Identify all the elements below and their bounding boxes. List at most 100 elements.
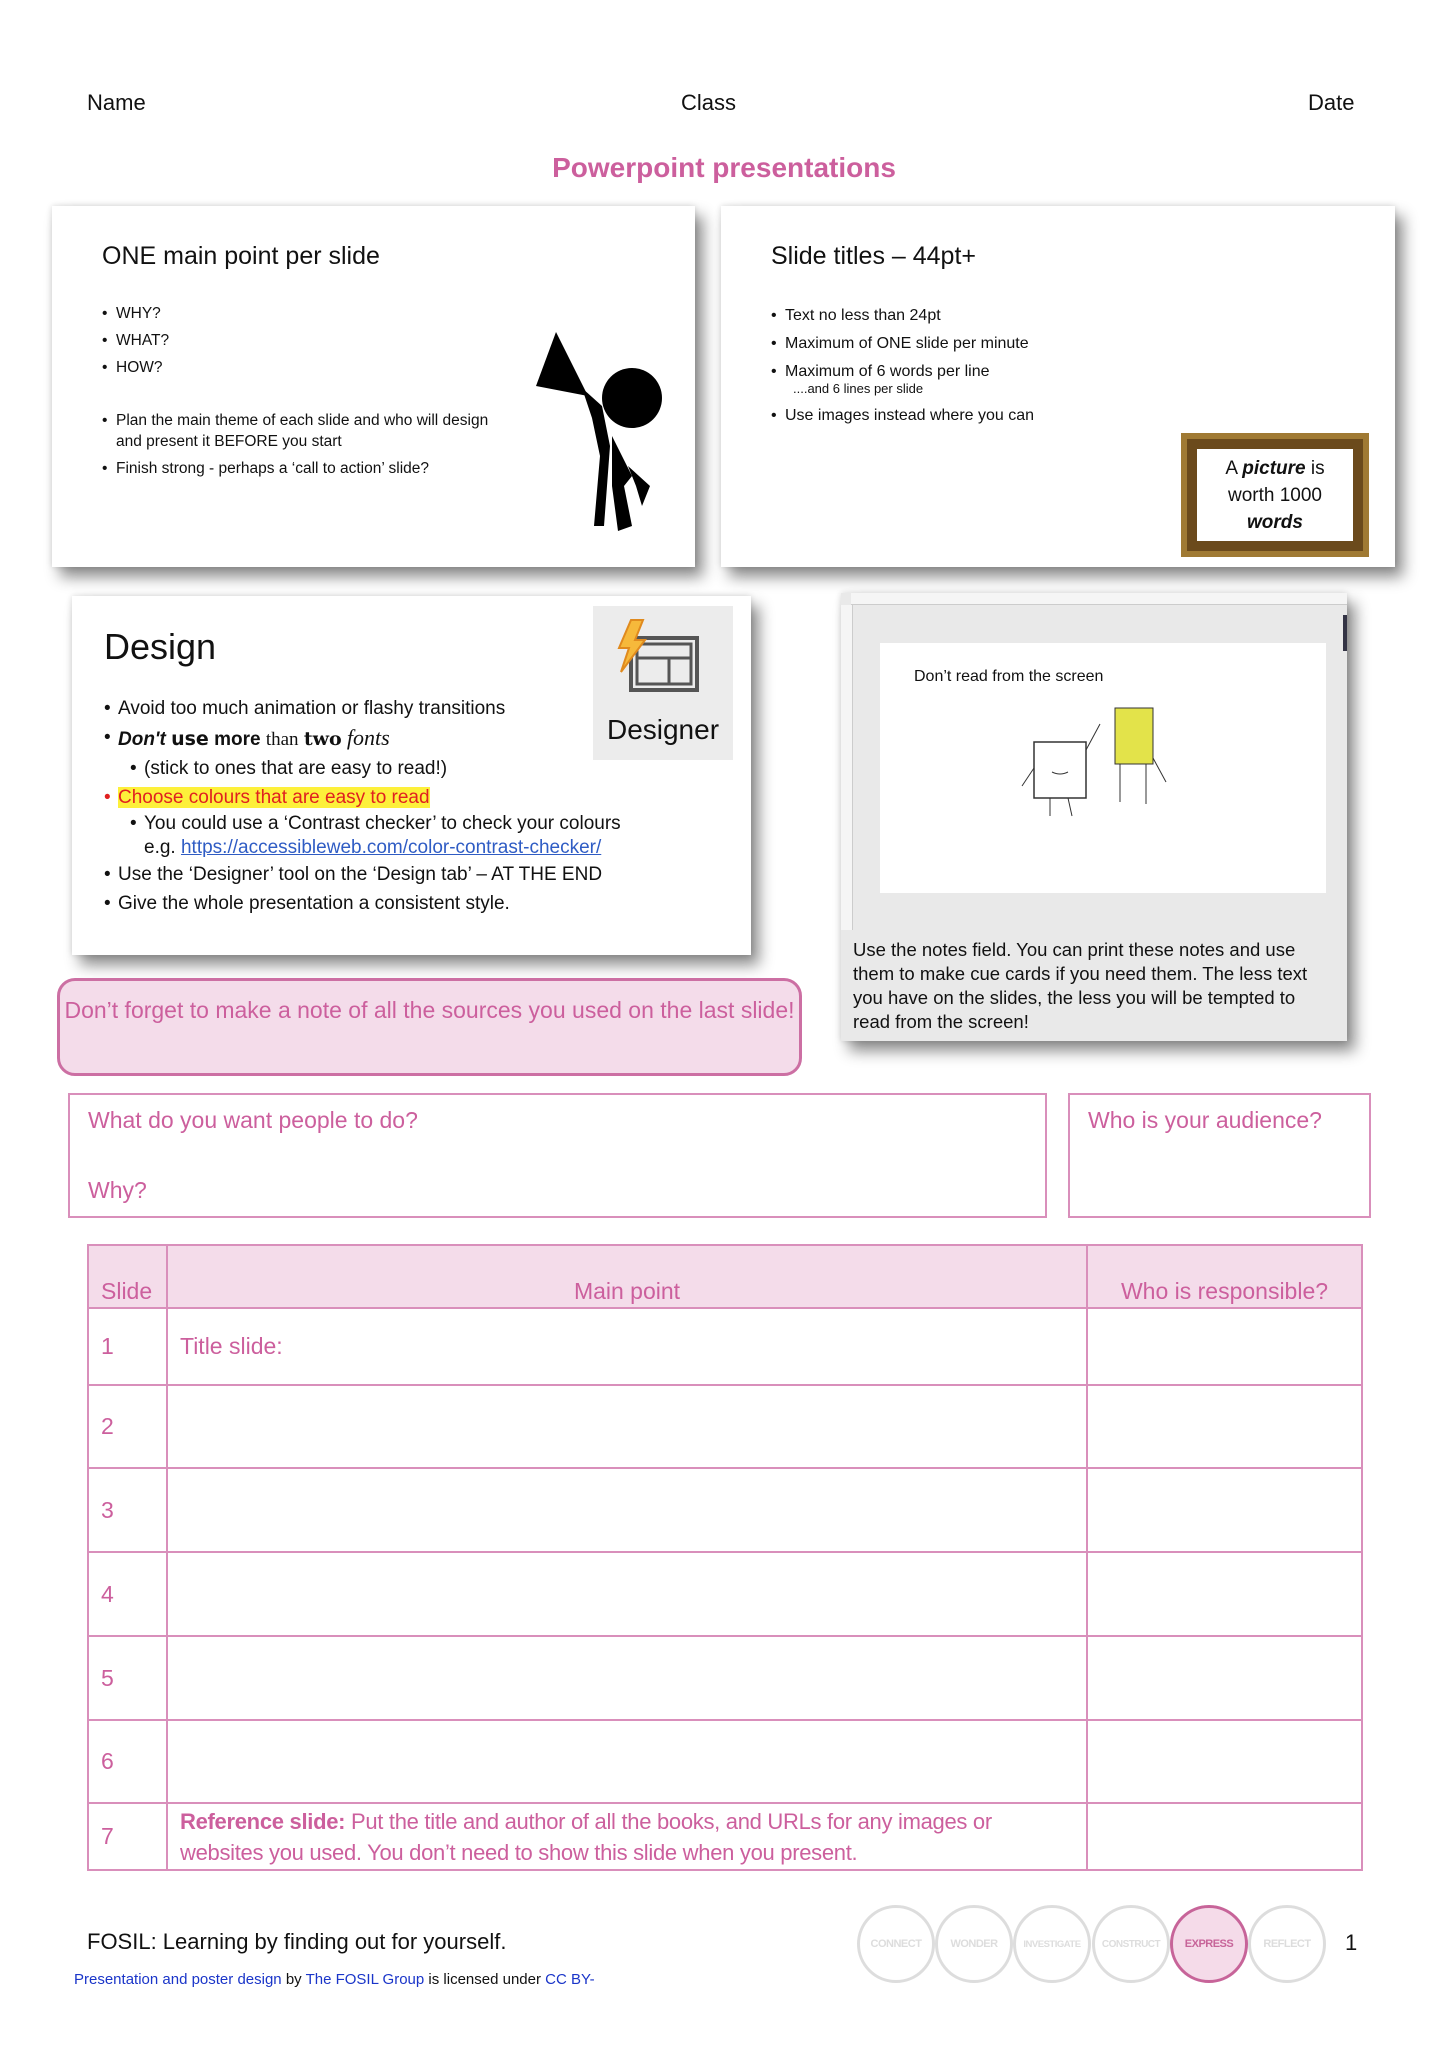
stage-reflect: REFLECT: [1248, 1905, 1326, 1983]
frame-text: A: [1225, 458, 1237, 479]
stage-express-active: EXPRESS: [1170, 1905, 1248, 1983]
responsible-cell[interactable]: [1086, 1551, 1363, 1637]
author-link[interactable]: The FOSIL Group: [306, 1971, 425, 1988]
what-why-box[interactable]: What do you want people to do? Why?: [68, 1093, 1047, 1218]
bullet: Text no less than 24pt: [771, 302, 1034, 330]
stage-wonder: WONDER: [935, 1905, 1013, 1983]
responsible-cell[interactable]: [1086, 1467, 1363, 1553]
eg-label: e.g.: [144, 837, 176, 858]
responsible-cell[interactable]: [1086, 1802, 1363, 1871]
font-sample: more: [214, 729, 261, 750]
font-sample: Don't: [118, 729, 166, 750]
main-point-cell[interactable]: Title slide:: [166, 1307, 1088, 1386]
fosil-tagline: FOSIL: Learning by finding out for yours…: [87, 1929, 507, 1954]
frame-text: worth 1000: [1227, 485, 1322, 506]
license-text: is licensed under: [424, 1971, 546, 1988]
designer-icon: [617, 619, 699, 692]
bullet: Choose colours that are easy to read: [104, 783, 724, 812]
table-row: 7 Reference slide: Put the title and auth…: [87, 1802, 1363, 1871]
work-link[interactable]: Presentation and poster design: [74, 1971, 282, 1988]
bullet: WHAT?: [102, 327, 169, 354]
header-main-point: Main point: [166, 1244, 1088, 1309]
sub-bullet-text: You could use a ‘Contrast checker’ to ch…: [144, 813, 621, 834]
slide-plan-table: Slide Main point Who is responsible? 1 Ti…: [87, 1244, 1363, 1871]
bullet: Maximum of ONE slide per minute: [771, 330, 1034, 358]
highlighted-text: Choose colours that are easy to read: [118, 787, 430, 808]
sources-reminder-callout: Don’t forget to make a note of all the s…: [57, 978, 802, 1076]
frame-text: picture: [1242, 458, 1306, 479]
notes-field[interactable]: Use the notes field. You can print these…: [853, 938, 1333, 1034]
table-row: 1 Title slide:: [87, 1307, 1363, 1386]
slide-number: 1: [87, 1307, 168, 1386]
stage-investigate: INVESTIGATE: [1013, 1905, 1091, 1983]
main-point-cell[interactable]: [166, 1551, 1088, 1637]
table-row: 4: [87, 1551, 1363, 1637]
table-header-row: Slide Main point Who is responsible?: [87, 1244, 1363, 1309]
bullet: Use images instead where you can: [771, 402, 1034, 430]
sub-bullet: (stick to ones that are easy to read!): [130, 754, 724, 783]
vertical-ruler: [841, 605, 853, 930]
responsible-cell[interactable]: [1086, 1307, 1363, 1386]
main-point-cell[interactable]: [166, 1719, 1088, 1804]
slide-preview: Don’t read from the screen: [880, 643, 1326, 893]
slide-title: ONE main point per slide: [102, 242, 380, 270]
audience-box[interactable]: Who is your audience?: [1068, 1093, 1371, 1218]
table-row: 5: [87, 1635, 1363, 1721]
picture-frame-image: A picture is worth 1000 words: [1181, 433, 1369, 557]
main-point-cell[interactable]: [166, 1635, 1088, 1721]
slide-number: 2: [87, 1384, 168, 1469]
font-sample: fonts: [346, 725, 390, 750]
horizontal-ruler: [851, 593, 1347, 605]
responsible-cell[interactable]: [1086, 1719, 1363, 1804]
license-line: Presentation and poster design by The FO…: [74, 1971, 595, 1988]
frame-text: words: [1247, 512, 1303, 533]
why-prompt: Why?: [88, 1177, 147, 1203]
cartoon-characters-icon: [1021, 707, 1167, 817]
slide-title: Slide titles – 44pt+: [771, 242, 976, 270]
bullet: HOW?: [102, 354, 169, 381]
bullet: Give the whole presentation a consistent…: [104, 889, 724, 918]
notes-view-screenshot: Don’t read from the screen Use the notes…: [841, 593, 1347, 1041]
responsible-cell[interactable]: [1086, 1384, 1363, 1469]
main-point-cell[interactable]: Reference slide: Put the title and autho…: [166, 1802, 1088, 1871]
bullet: Avoid too much animation or flashy trans…: [104, 694, 724, 723]
license-text: by: [281, 1971, 306, 1988]
table-row: 3: [87, 1467, 1363, 1553]
font-sample: use: [171, 728, 209, 750]
main-point-cell[interactable]: [166, 1384, 1088, 1469]
bullet: Don't use more than two fonts: [104, 723, 724, 754]
stage-construct: CONSTRUCT: [1092, 1905, 1170, 1983]
audience-prompt: Who is your audience?: [1088, 1107, 1322, 1133]
slide-number: 5: [87, 1635, 168, 1721]
what-prompt: What do you want people to do?: [88, 1107, 418, 1133]
bullet: Finish strong - perhaps a ‘call to actio…: [102, 458, 502, 479]
bullet: Plan the main theme of each slide and wh…: [102, 410, 502, 452]
slide-titles: Slide titles – 44pt+ Text no less than 2…: [721, 206, 1395, 567]
bullet: Use the ‘Designer’ tool on the ‘Design t…: [104, 860, 724, 889]
slide-one-main-point: ONE main point per slide WHY? WHAT? HOW?…: [52, 206, 695, 567]
main-point-cell[interactable]: [166, 1467, 1088, 1553]
date-label: Date: [1308, 90, 1355, 115]
page-number: 1: [1345, 1930, 1358, 1955]
frame-text: is: [1310, 458, 1325, 479]
cc-license-link[interactable]: CC BY-: [545, 1971, 594, 1988]
slide-preview-title: Don’t read from the screen: [914, 668, 1104, 685]
header-responsible: Who is responsible?: [1086, 1244, 1363, 1309]
header-slide: Slide: [87, 1244, 168, 1309]
slide-design: Design Designer Avoid too much animation…: [72, 596, 751, 955]
reference-slide-label: Reference slide:: [180, 1808, 346, 1834]
sub-bullet: You could use a ‘Contrast checker’ to ch…: [130, 812, 724, 860]
table-row: 2: [87, 1384, 1363, 1469]
bullet: Maximum of 6 words per line: [771, 358, 1034, 386]
responsible-cell[interactable]: [1086, 1635, 1363, 1721]
slide-number: 4: [87, 1551, 168, 1637]
slide-title: Design: [104, 626, 217, 667]
scrollbar[interactable]: [1343, 615, 1347, 651]
name-label: Name: [87, 90, 146, 115]
megaphone-person-icon: [536, 332, 662, 531]
stage-connect: CONNECT: [857, 1905, 935, 1983]
contrast-checker-link[interactable]: https://accessibleweb.com/color-contrast…: [181, 837, 601, 858]
slide-number: 6: [87, 1719, 168, 1804]
font-sample: two: [303, 728, 342, 750]
bullet: WHY?: [102, 300, 169, 327]
